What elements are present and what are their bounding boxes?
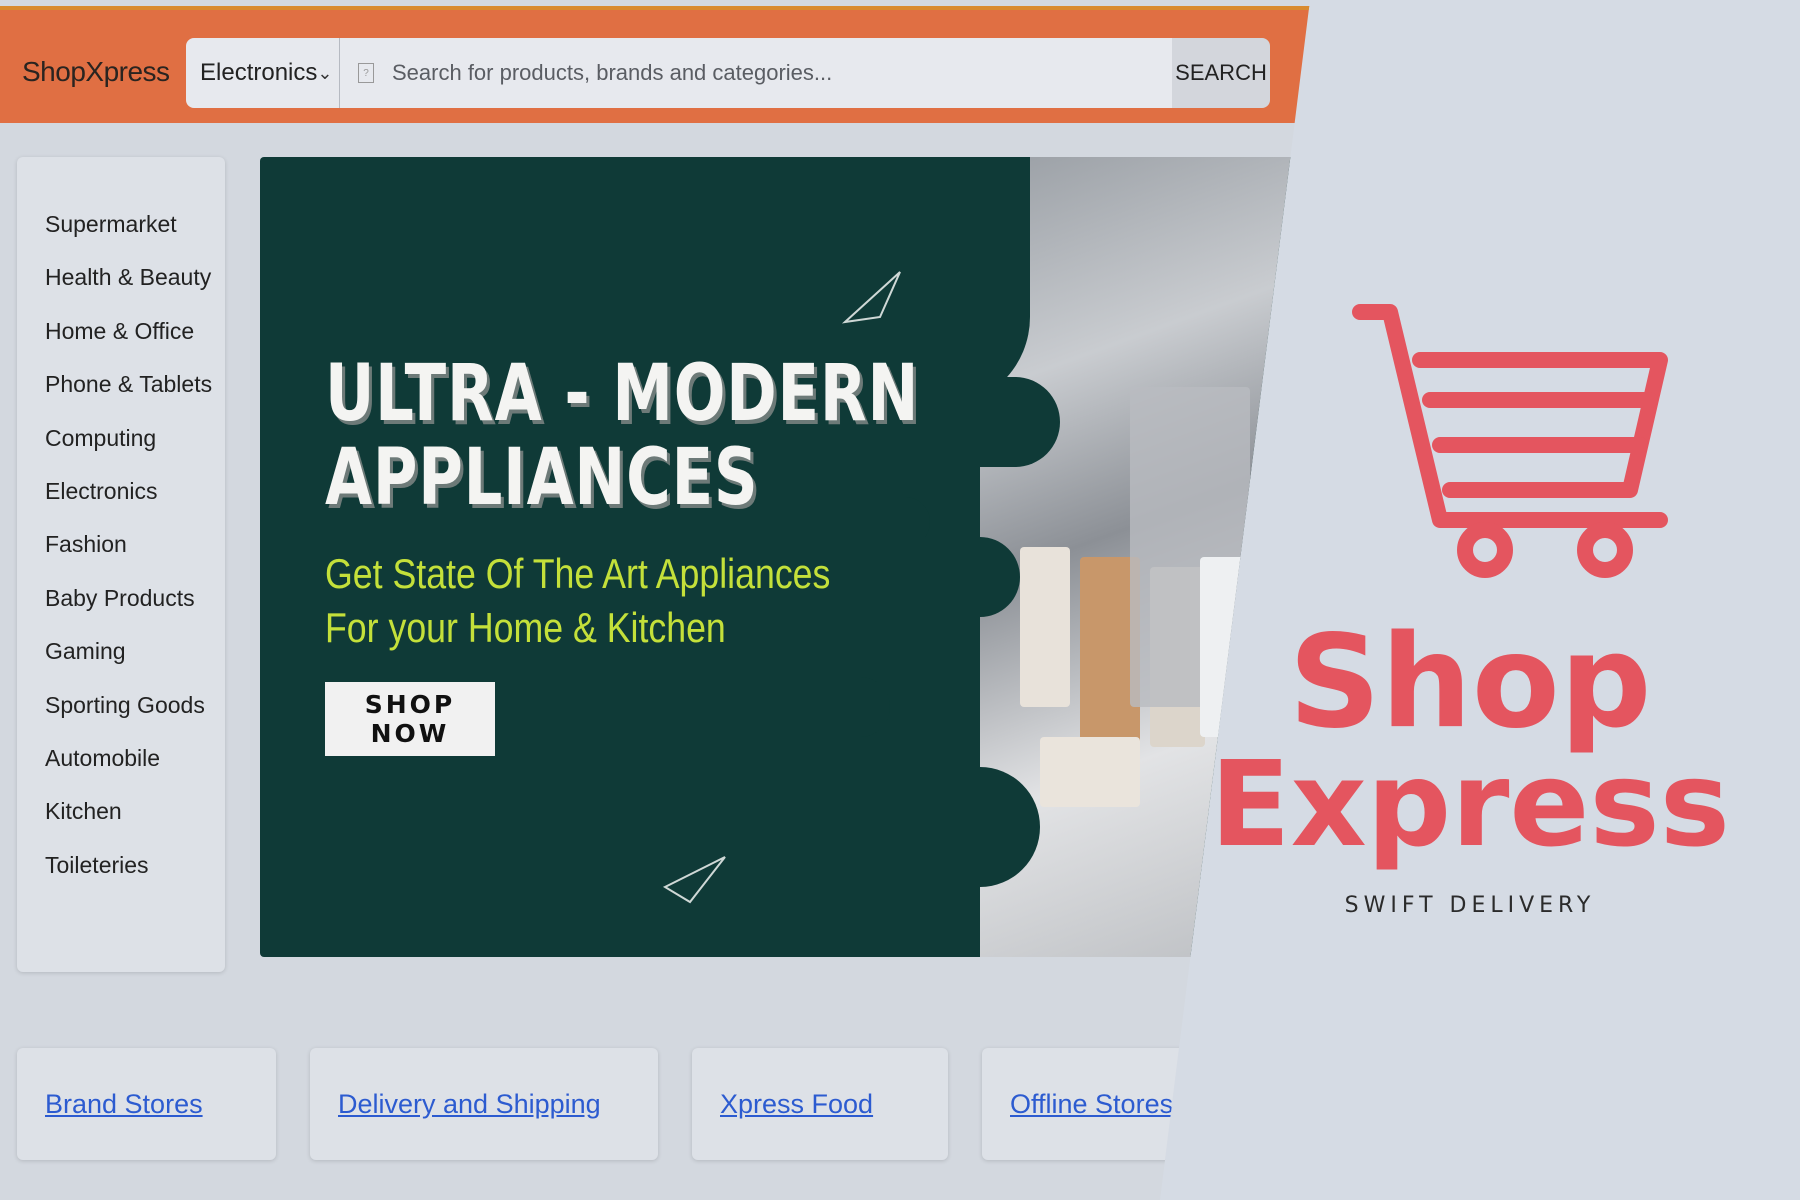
paper-plane-icon bbox=[662, 856, 726, 904]
banner-headline-line1: ULTRA - MODERN bbox=[325, 349, 920, 439]
speaker-image bbox=[1020, 547, 1070, 707]
sidebar-item-automobile[interactable]: Automobile bbox=[45, 746, 212, 800]
speaker-image bbox=[1040, 737, 1140, 807]
delivery-shipping-link[interactable]: Delivery and Shipping bbox=[338, 1089, 601, 1120]
search-field[interactable]: ? bbox=[340, 38, 1172, 108]
xpress-food-link[interactable]: Xpress Food bbox=[720, 1089, 873, 1120]
logo-word-express: Express bbox=[1210, 735, 1730, 873]
banner-headline-line2: APPLIANCES bbox=[325, 433, 759, 523]
banner-subtitle-line2: For your Home & Kitchen bbox=[325, 604, 726, 651]
shopping-cart-icon bbox=[1352, 304, 1668, 578]
banner-shape bbox=[860, 767, 1040, 887]
chevron-down-icon: ⌄ bbox=[317, 62, 333, 83]
banner-headline: ULTRA - MODERN APPLIANCES bbox=[325, 352, 919, 520]
sidebar-item-phone-tablets[interactable]: Phone & Tablets bbox=[45, 373, 212, 426]
logo-tagline: SWIFT DELIVERY bbox=[1344, 893, 1596, 918]
shop-express-logo: Shop Express SWIFT DELIVERY bbox=[1160, 0, 1800, 1200]
banner-shape bbox=[860, 677, 890, 737]
sidebar-item-health-beauty[interactable]: Health & Beauty bbox=[45, 266, 212, 319]
banner-shape bbox=[860, 537, 1020, 617]
banner-subtitle: Get State Of The Art Appliances For your… bbox=[325, 547, 830, 655]
brand-stores-link[interactable]: Brand Stores bbox=[45, 1089, 203, 1120]
category-select[interactable]: Electronics ⌄ bbox=[186, 38, 340, 108]
sidebar-item-electronics[interactable]: Electronics bbox=[45, 479, 212, 533]
search-input[interactable] bbox=[390, 59, 1154, 87]
sidebar-item-home-office[interactable]: Home & Office bbox=[45, 319, 212, 373]
sidebar-item-toileteries[interactable]: Toileteries bbox=[45, 853, 212, 907]
webpage-screenshot: ShopXpress Electronics ⌄ ? SEARCH Superm… bbox=[0, 0, 1310, 1200]
category-sidebar: Supermarket Health & Beauty Home & Offic… bbox=[17, 157, 225, 972]
sidebar-item-baby-products[interactable]: Baby Products bbox=[45, 586, 212, 640]
paper-plane-icon bbox=[841, 271, 901, 324]
offline-stores-link[interactable]: Offline Stores bbox=[1010, 1089, 1173, 1120]
header-bar: ShopXpress Electronics ⌄ ? SEARCH bbox=[0, 6, 1310, 123]
sidebar-item-gaming[interactable]: Gaming bbox=[45, 640, 212, 693]
brand-logo-text[interactable]: ShopXpress bbox=[22, 56, 170, 88]
image-icon: ? bbox=[358, 63, 374, 83]
link-card-brand-stores: Brand Stores bbox=[17, 1048, 276, 1160]
banner-subtitle-line1: Get State Of The Art Appliances bbox=[325, 550, 831, 597]
promo-banner[interactable]: ULTRA - MODERN APPLIANCES Get State Of T… bbox=[260, 157, 1300, 957]
link-card-xpress-food: Xpress Food bbox=[692, 1048, 948, 1160]
sidebar-item-fashion[interactable]: Fashion bbox=[45, 533, 212, 586]
banner-shape bbox=[860, 887, 970, 957]
shop-now-button[interactable]: SHOP NOW bbox=[325, 682, 495, 756]
category-select-value: Electronics bbox=[200, 59, 318, 86]
sidebar-item-sporting-goods[interactable]: Sporting Goods bbox=[45, 693, 212, 747]
link-card-delivery: Delivery and Shipping bbox=[310, 1048, 658, 1160]
sidebar-item-kitchen[interactable]: Kitchen bbox=[45, 800, 212, 853]
sidebar-item-computing[interactable]: Computing bbox=[45, 426, 212, 480]
sidebar-item-supermarket[interactable]: Supermarket bbox=[45, 212, 212, 266]
